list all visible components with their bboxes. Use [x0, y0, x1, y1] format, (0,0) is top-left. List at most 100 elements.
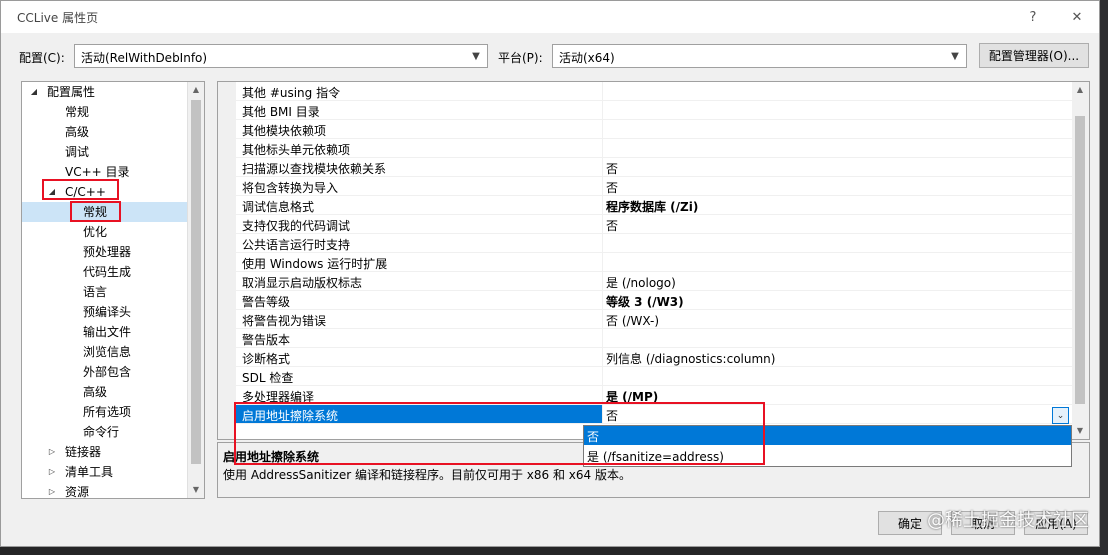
property-row[interactable]: 将警告视为错误 否 (/WX-): [236, 310, 1074, 329]
property-row[interactable]: 将包含转换为导入 否: [236, 177, 1074, 196]
property-row[interactable]: 公共语言运行时支持: [236, 234, 1074, 253]
property-row[interactable]: 其他 BMI 目录: [236, 101, 1074, 120]
collapsed-icon[interactable]: ▷: [46, 482, 58, 498]
property-row[interactable]: 警告等级 等级 3 (/W3): [236, 291, 1074, 310]
tree-item[interactable]: ▷ 链接器: [22, 442, 188, 462]
property-name: 将警告视为错误: [242, 314, 327, 328]
column-divider: [602, 215, 603, 233]
expanded-icon[interactable]: ◢: [28, 82, 40, 102]
property-name: 警告版本: [242, 333, 291, 347]
property-row[interactable]: 其他标头单元依赖项: [236, 139, 1074, 158]
column-divider: [602, 329, 603, 347]
window-title: CCLive 属性页: [17, 11, 99, 25]
scroll-up-icon[interactable]: ▲: [188, 82, 204, 98]
tree-item[interactable]: 预处理器: [22, 242, 188, 262]
scroll-up-icon[interactable]: ▲: [1072, 82, 1088, 98]
ide-background-right: [1100, 0, 1108, 555]
property-value[interactable]: 否: [606, 160, 618, 177]
tree-scrollbar[interactable]: ▲ ▼: [187, 82, 204, 498]
grid-scroll-thumb[interactable]: [1075, 116, 1085, 404]
property-name: 多处理器编译: [242, 390, 315, 404]
tree-item[interactable]: 调试: [22, 142, 188, 162]
property-row[interactable]: 支持仅我的代码调试 否: [236, 215, 1074, 234]
tree-item-label: 命令行: [83, 425, 120, 439]
property-name: 公共语言运行时支持: [242, 238, 351, 252]
tree-item-label: 预处理器: [83, 245, 132, 259]
property-grid: 其他 #using 指令 其他 BMI 目录 其他模块依赖项 其他标头单元依赖项 扫描源…: [217, 81, 1090, 440]
dropdown-option[interactable]: 是 (/fsanitize=address): [584, 446, 1071, 465]
collapsed-icon[interactable]: ▷: [46, 462, 58, 482]
property-row[interactable]: 多处理器编译 是 (/MP): [236, 386, 1074, 405]
property-value[interactable]: 否: [606, 179, 618, 196]
tree-item[interactable]: ▷ 资源: [22, 482, 188, 498]
property-row[interactable]: SDL 检查: [236, 367, 1074, 386]
value-dropdown-list: 否是 (/fsanitize=address): [583, 425, 1072, 467]
column-divider: [602, 158, 603, 176]
tree-item[interactable]: 常规: [22, 202, 188, 222]
platform-combo[interactable]: 活动(x64) ▼: [552, 44, 967, 68]
property-row[interactable]: 使用 Windows 运行时扩展: [236, 253, 1074, 272]
tree-item[interactable]: 外部包含: [22, 362, 188, 382]
property-row[interactable]: 其他模块依赖项: [236, 120, 1074, 139]
property-name: 调试信息格式: [242, 200, 315, 214]
property-row[interactable]: 启用地址擦除系统 否: [236, 405, 1074, 424]
property-pages-dialog: CCLive 属性页 ? ✕ 配置(C): 活动(RelWithDebInfo)…: [0, 0, 1100, 547]
tree-item-label: 所有选项: [83, 405, 132, 419]
tree-item-label: 输出文件: [83, 325, 132, 339]
tree-item[interactable]: 语言: [22, 282, 188, 302]
tree-item[interactable]: 代码生成: [22, 262, 188, 282]
property-row[interactable]: 取消显示启动版权标志 是 (/nologo): [236, 272, 1074, 291]
config-manager-button[interactable]: 配置管理器(O)...: [979, 43, 1089, 68]
property-value[interactable]: 等级 3 (/W3): [606, 293, 684, 310]
tree-item[interactable]: 常规: [22, 102, 188, 122]
grid-scrollbar[interactable]: ▲ ▼: [1072, 82, 1089, 439]
tree-item-label: 优化: [83, 225, 108, 239]
tree-item[interactable]: ◢ C/C++: [22, 182, 188, 202]
property-row[interactable]: 调试信息格式 程序数据库 (/Zi): [236, 196, 1074, 215]
property-name: 其他 BMI 目录: [242, 105, 320, 119]
property-name: 其他模块依赖项: [242, 124, 327, 138]
tree-item[interactable]: VC++ 目录: [22, 162, 188, 182]
property-value[interactable]: 否 (/WX-): [606, 312, 659, 329]
expanded-icon[interactable]: ◢: [46, 182, 58, 202]
property-value[interactable]: 是 (/nologo): [606, 274, 676, 291]
property-row[interactable]: 诊断格式 列信息 (/diagnostics:column): [236, 348, 1074, 367]
scroll-down-icon[interactable]: ▼: [1072, 423, 1088, 439]
tree-item[interactable]: 高级: [22, 382, 188, 402]
property-name: 启用地址擦除系统: [242, 409, 339, 423]
title-bar: CCLive 属性页 ? ✕: [1, 1, 1099, 33]
tree-item[interactable]: ◢ 配置属性: [22, 82, 188, 102]
property-value[interactable]: 否: [606, 217, 618, 234]
dropdown-option[interactable]: 否: [584, 426, 1071, 445]
property-name: SDL 检查: [242, 371, 294, 385]
property-value[interactable]: 列信息 (/diagnostics:column): [606, 350, 775, 367]
help-button[interactable]: ?: [1019, 5, 1047, 29]
property-value[interactable]: 是 (/MP): [606, 388, 658, 405]
tree-item[interactable]: 输出文件: [22, 322, 188, 342]
property-value[interactable]: 否: [606, 407, 618, 424]
column-divider: [602, 101, 603, 119]
property-row[interactable]: 其他 #using 指令: [236, 82, 1074, 101]
property-name: 其他 #using 指令: [242, 86, 341, 100]
config-combo[interactable]: 活动(RelWithDebInfo) ▼: [74, 44, 488, 68]
tree-item[interactable]: 预编译头: [22, 302, 188, 322]
value-dropdown-button[interactable]: ⌄: [1052, 407, 1069, 424]
tree-item[interactable]: ▷ 清单工具: [22, 462, 188, 482]
property-tree: ◢ 配置属性 常规 高级 调试 VC++ 目录 ◢ C/C++ 常规 优化 预处理器 代码生成 语言 预编…: [21, 81, 205, 499]
property-value[interactable]: 程序数据库 (/Zi): [606, 198, 698, 215]
tree-item[interactable]: 所有选项: [22, 402, 188, 422]
tree-scroll-thumb[interactable]: [191, 100, 201, 464]
tree-item[interactable]: 浏览信息: [22, 342, 188, 362]
collapsed-icon[interactable]: ▷: [46, 442, 58, 462]
property-row[interactable]: 警告版本: [236, 329, 1074, 348]
tree-item[interactable]: 高级: [22, 122, 188, 142]
column-divider: [602, 291, 603, 309]
tree-item[interactable]: 命令行: [22, 422, 188, 442]
property-name: 将包含转换为导入: [242, 181, 339, 195]
scroll-down-icon[interactable]: ▼: [188, 482, 204, 498]
close-button[interactable]: ✕: [1063, 5, 1091, 29]
property-name: 诊断格式: [242, 352, 291, 366]
property-row[interactable]: 扫描源以查找模块依赖关系 否: [236, 158, 1074, 177]
column-divider: [602, 367, 603, 385]
tree-item[interactable]: 优化: [22, 222, 188, 242]
